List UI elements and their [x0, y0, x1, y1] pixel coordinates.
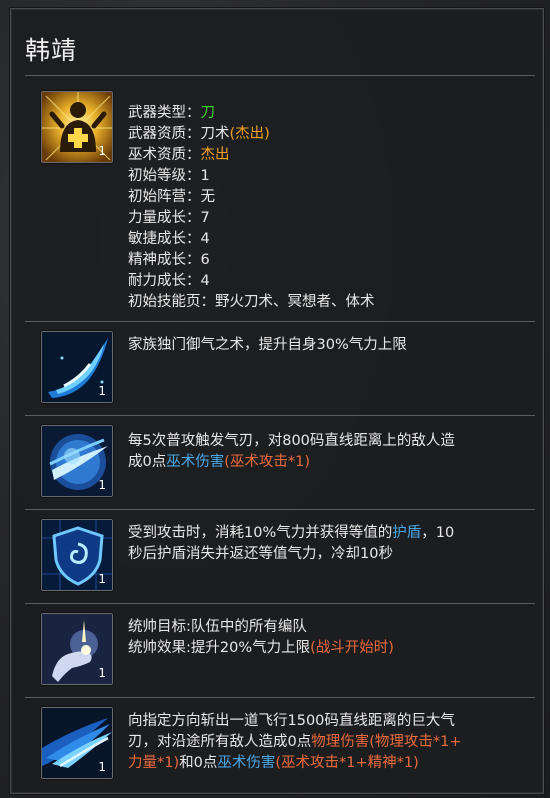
description-line: 秒后护盾消失并返还等值气力，冷却10秒: [128, 544, 523, 565]
description-line: 统帅目标:队伍中的所有编队: [128, 617, 523, 638]
skill-description: 统帅目标:队伍中的所有编队 统帅效果:提升20%气力上限(战斗开始时): [128, 617, 523, 659]
skill-row: 1 向指定方向斩出一道飞行1500码直线距离的巨大气 刃，对沿途所有敌人造成0点物…: [33, 701, 531, 787]
attribute-extra: (杰出): [229, 126, 270, 142]
attribute-value: 无: [200, 189, 216, 205]
skill-row: 1 每5次普攻触发气刃，对800码直线距离上的敌人造 成0点巫术伤害(巫术攻击*1…: [33, 419, 531, 505]
attributes-section: 1 武器类型：刀 武器资质：刀术(杰出) 巫术资质：杰出 初始等级：1 初始阵营：无 力量…: [33, 91, 531, 321]
highlight-text: 护盾: [392, 525, 422, 541]
description-line: 受到攻击时，消耗10%气力并获得等值的护盾，10: [128, 523, 523, 544]
attribute-label: 耐力成长：: [128, 273, 201, 289]
blue-orb-blade-icon[interactable]: 1: [41, 425, 113, 497]
description-line: 成0点巫术伤害(巫术攻击*1): [128, 452, 523, 473]
divider: [25, 509, 535, 510]
description-line: 家族独门御气之术，提升自身30%气力上限: [128, 335, 523, 356]
attribute-label: 精神成长：: [128, 252, 201, 268]
skill-level: 1: [98, 478, 106, 492]
skill-description: 每5次普攻触发气刃，对800码直线距离上的敌人造 成0点巫术伤害(巫术攻击*1): [128, 431, 523, 473]
description-text: 受到攻击时，消耗10%气力并获得等值的: [128, 525, 393, 541]
highlight-text: (物理攻击*1+: [369, 734, 462, 750]
attribute-row: 初始阵营：无: [128, 187, 523, 208]
description-text: 统帅目标:队伍中的所有编队: [128, 619, 307, 635]
skill-level: 1: [98, 760, 106, 774]
attribute-value: 1: [200, 168, 210, 184]
attribute-value: 刀术: [200, 126, 230, 142]
attribute-value: 杰出: [200, 147, 230, 163]
attribute-row: 初始技能页：野火刀术、冥想者、体术: [128, 292, 523, 313]
highlight-text: (巫术攻击*1+精神*1): [275, 755, 419, 771]
divider: [25, 697, 535, 698]
hero-name: 韩靖: [25, 36, 78, 65]
attribute-label: 力量成长：: [128, 210, 201, 226]
character-buff-icon: 1: [41, 91, 113, 163]
attribute-label: 武器资质：: [128, 126, 201, 142]
attribute-label: 初始等级：: [128, 168, 201, 184]
divider: [25, 415, 535, 416]
highlight-text: 力量*1): [128, 755, 180, 771]
attribute-list: 武器类型：刀 武器资质：刀术(杰出) 巫术资质：杰出 初始等级：1 初始阵营：无 力量成长…: [128, 103, 523, 313]
divider: [25, 603, 535, 604]
divider: [25, 321, 535, 322]
description-text: 和0点: [179, 755, 218, 771]
attribute-value: 7: [200, 210, 210, 226]
skill-row: 1 受到攻击时，消耗10%气力并获得等值的护盾，10 秒后护盾消失并返还等值气力，…: [33, 513, 531, 599]
skill-row: 1 统帅目标:队伍中的所有编队 统帅效果:提升20%气力上限(战斗开始时): [33, 607, 531, 693]
attribute-value: 6: [200, 252, 210, 268]
highlight-text: 巫术伤害: [217, 755, 276, 771]
description-text: 家族独门御气之术，提升自身30%气力上限: [128, 337, 407, 353]
highlight-text: (战斗开始时): [310, 640, 394, 656]
attribute-value: 4: [200, 231, 210, 247]
blue-slash-icon[interactable]: 1: [41, 707, 113, 779]
description-text: ，10: [421, 525, 455, 541]
description-text: 成0点: [128, 454, 167, 470]
attribute-label: 武器类型：: [128, 105, 201, 121]
highlight-text: 巫术伤害: [166, 454, 225, 470]
skill-row: 1 家族独门御气之术，提升自身30%气力上限: [33, 325, 531, 411]
skill-description: 向指定方向斩出一道飞行1500码直线距离的巨大气 刃，对沿途所有敌人造成0点物理伤…: [128, 711, 523, 774]
hero-info-tooltip: 韩靖 1 武器类型：刀 武器资质：刀术(杰出) 巫术资质：杰出 初始等级：1 初…: [10, 8, 544, 794]
skill-description: 家族独门御气之术，提升自身30%气力上限: [128, 335, 523, 356]
description-text: 统帅效果:提升20%气力上限: [128, 640, 311, 656]
attribute-row: 武器资质：刀术(杰出): [128, 124, 523, 145]
description-text: 秒后护盾消失并返还等值气力，冷却10秒: [128, 546, 393, 562]
attribute-label: 巫术资质：: [128, 147, 201, 163]
skill-description: 受到攻击时，消耗10%气力并获得等值的护盾，10 秒后护盾消失并返还等值气力，冷却…: [128, 523, 523, 565]
attribute-label: 初始技能页：: [128, 294, 215, 310]
description-line: 刃，对沿途所有敌人造成0点物理伤害(物理攻击*1+: [128, 732, 523, 753]
attribute-value: 4: [200, 273, 210, 289]
attribute-row: 力量成长：7: [128, 208, 523, 229]
description-line: 每5次普攻触发气刃，对800码直线距离上的敌人造: [128, 431, 523, 452]
attribute-value: 刀: [200, 105, 216, 121]
skill-level: 1: [98, 384, 106, 398]
skill-level: 1: [98, 572, 106, 586]
description-line: 统帅效果:提升20%气力上限(战斗开始时): [128, 638, 523, 659]
description-line: 力量*1)和0点巫术伤害(巫术攻击*1+精神*1): [128, 753, 523, 774]
highlight-text: (巫术攻击*1): [224, 454, 311, 470]
attribute-row: 敏捷成长：4: [128, 229, 523, 250]
attribute-row: 巫术资质：杰出: [128, 145, 523, 166]
description-text: 向指定方向斩出一道飞行1500码直线距离的巨大气: [128, 713, 455, 729]
highlight-text: 物理伤害: [311, 734, 370, 750]
attribute-row: 武器类型：刀: [128, 103, 523, 124]
attribute-row: 初始等级：1: [128, 166, 523, 187]
description-text: 刃，对沿途所有敌人造成0点: [128, 734, 312, 750]
description-line: 向指定方向斩出一道飞行1500码直线距离的巨大气: [128, 711, 523, 732]
attribute-value: 野火刀术、冥想者、体术: [215, 294, 375, 310]
blue-energy-wave-icon[interactable]: 1: [41, 331, 113, 403]
skill-level: 1: [98, 144, 106, 158]
skill-level: 1: [98, 666, 106, 680]
divider: [25, 75, 535, 76]
attribute-row: 耐力成长：4: [128, 271, 523, 292]
glowing-hand-icon[interactable]: 1: [41, 613, 113, 685]
attribute-label: 敏捷成长：: [128, 231, 201, 247]
attribute-row: 精神成长：6: [128, 250, 523, 271]
description-text: 每5次普攻触发气刃，对800码直线距离上的敌人造: [128, 433, 455, 449]
shield-spiral-icon[interactable]: 1: [41, 519, 113, 591]
attribute-label: 初始阵营：: [128, 189, 201, 205]
